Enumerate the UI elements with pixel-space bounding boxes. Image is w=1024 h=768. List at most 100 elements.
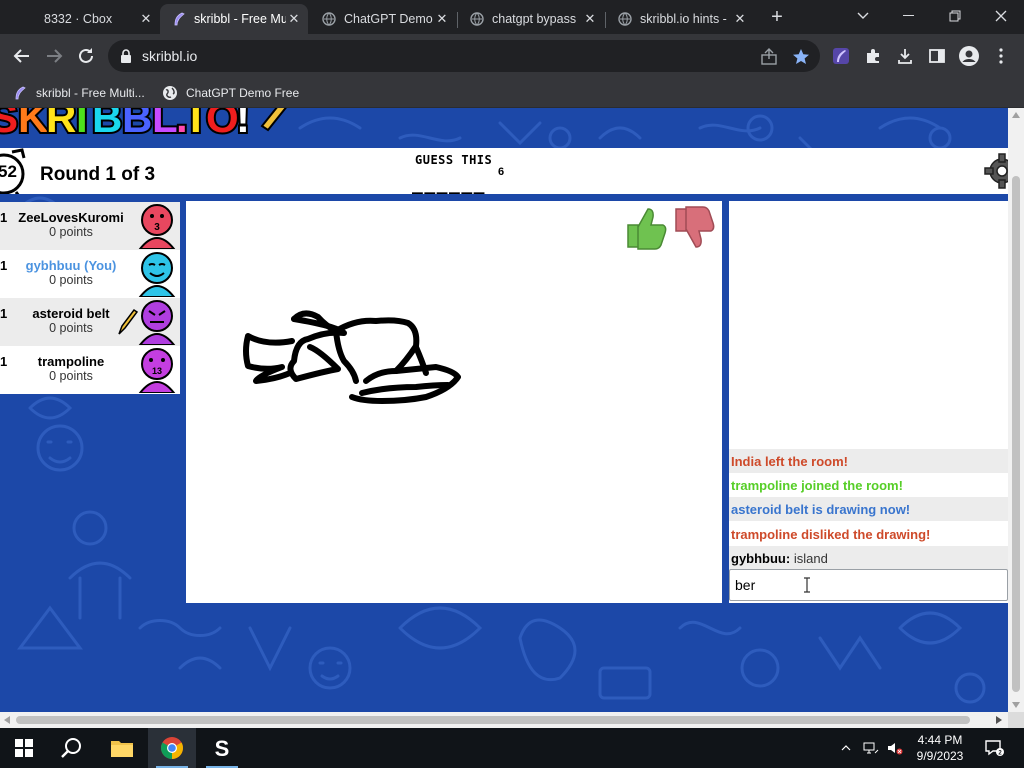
close-window-button[interactable] — [978, 0, 1024, 32]
game-header: 52 Round 1 of 3 GUESS THIS ______ 6 — [0, 148, 1008, 195]
scroll-left-icon[interactable] — [4, 716, 10, 724]
horizontal-scrollbar[interactable] — [0, 712, 1008, 728]
volume-muted-icon — [888, 743, 903, 755]
chat-message-text: island — [790, 551, 828, 566]
clock-time: 4:44 PM — [917, 733, 963, 747]
star-icon[interactable] — [792, 48, 810, 66]
close-icon[interactable]: ✕ — [732, 11, 748, 27]
gear-icon[interactable] — [982, 152, 1008, 190]
bookmark-skribbl[interactable]: skribbl - Free Multi... — [12, 83, 145, 103]
scroll-right-icon[interactable] — [996, 716, 1002, 724]
player-points: 0 points — [49, 273, 93, 287]
tab-skribbl[interactable]: skribbl - Free Mu ✕ — [160, 4, 308, 34]
tab-title: 8332 · Cbox — [44, 12, 113, 26]
skribbl-page: S K R I B B L . I O ! 52 Round 1 of 3 GU… — [0, 108, 1008, 712]
svg-text:K: K — [18, 108, 48, 141]
folder-icon — [111, 741, 133, 757]
round-timer: 52 — [0, 162, 17, 181]
minimize-button[interactable] — [886, 0, 932, 32]
side-panel-icon[interactable] — [926, 45, 948, 67]
tab-skribbl-hints[interactable]: skribbl.io hints - ✕ — [606, 4, 754, 34]
search-button[interactable] — [48, 728, 96, 768]
volume-button[interactable] — [884, 728, 906, 768]
close-icon[interactable]: ✕ — [582, 11, 598, 27]
player-name: trampoline — [37, 354, 105, 369]
scroll-down-icon[interactable] — [1012, 702, 1020, 708]
close-icon[interactable]: ✕ — [286, 11, 302, 27]
scroll-up-icon[interactable] — [1012, 112, 1020, 118]
tab-cbox[interactable]: 8332 · Cbox ✕ — [0, 4, 160, 34]
profile-avatar-icon[interactable] — [958, 45, 980, 67]
bookmark-label: skribbl - Free Multi... — [36, 86, 145, 100]
tray-overflow-button[interactable] — [836, 728, 856, 768]
chrome-icon — [161, 737, 183, 759]
back-button[interactable] — [10, 44, 34, 68]
tab-title: chatgpt bypass — [492, 12, 577, 26]
restore-button[interactable] — [932, 0, 978, 32]
globe-icon — [618, 12, 632, 26]
close-icon[interactable]: ✕ — [434, 11, 450, 27]
tab-chatgpt-bypass[interactable]: chatgpt bypass ✕ — [458, 4, 604, 34]
bookmark-chatgpt[interactable]: ChatGPT Demo Free — [162, 83, 299, 103]
quill-icon — [12, 85, 28, 101]
scrollbar-thumb[interactable] — [1012, 176, 1020, 692]
address-bar[interactable]: skribbl.io — [108, 40, 820, 72]
scrollbar-corner — [1008, 712, 1024, 728]
reload-icon — [79, 48, 93, 63]
chat-system-message: asteroid belt is drawing now! — [729, 497, 1008, 521]
word-hint-blanks: ______ — [412, 174, 487, 195]
player-rank: 1 — [0, 306, 8, 321]
chat-message-text: India left the room! — [731, 454, 848, 469]
tab-title: ChatGPT Demo — [344, 12, 433, 26]
kebab-menu-icon[interactable] — [990, 45, 1012, 67]
svg-text:I: I — [190, 108, 202, 141]
reload-button[interactable] — [74, 44, 98, 68]
guess-input[interactable] — [729, 569, 1008, 601]
chat-system-message: India left the room! — [729, 449, 1008, 473]
tab-chatgpt-demo[interactable]: ChatGPT Demo ✕ — [310, 4, 456, 34]
svg-text:O: O — [206, 108, 239, 141]
globe-icon — [322, 12, 336, 26]
player-rank: 1 — [0, 210, 8, 225]
app-s-taskbar-button[interactable]: S — [198, 728, 246, 768]
bookmarks-bar: skribbl - Free Multi... ChatGPT Demo Fre… — [0, 78, 1024, 108]
tab-search-button[interactable] — [840, 0, 886, 32]
start-button[interactable] — [0, 728, 48, 768]
new-tab-button[interactable]: + — [766, 6, 788, 28]
restore-icon — [949, 10, 961, 22]
extension-quill-icon[interactable] — [830, 45, 852, 67]
vertical-scrollbar[interactable] — [1008, 108, 1024, 712]
drawing-strokes — [243, 310, 461, 404]
guess-this-label: GUESS THIS — [415, 153, 493, 167]
network-button[interactable] — [860, 728, 882, 768]
chat-system-message: trampoline disliked the drawing! — [729, 522, 1008, 546]
chat-sender: gybhbuu: — [731, 551, 791, 566]
drawing-canvas[interactable] — [186, 201, 722, 603]
share-icon[interactable] — [760, 48, 778, 66]
taskbar-clock[interactable]: 4:44 PM 9/9/2023 — [908, 732, 972, 764]
svg-text:B: B — [122, 108, 152, 141]
arrow-right-icon — [47, 49, 63, 63]
player-row[interactable]: 1 trampoline 0 points 13 — [0, 346, 180, 394]
svg-text:S: S — [0, 108, 18, 141]
extensions-puzzle-icon[interactable] — [862, 45, 884, 67]
player-avatar: 13 — [138, 348, 176, 393]
arrow-left-icon — [13, 49, 29, 63]
chrome-taskbar-button[interactable] — [148, 728, 196, 768]
chevron-down-icon — [857, 12, 869, 19]
scrollbar-thumb[interactable] — [16, 716, 970, 724]
tab-title: skribbl.io hints - — [640, 12, 727, 26]
download-icon[interactable] — [894, 45, 916, 67]
close-icon[interactable]: ✕ — [138, 11, 154, 27]
player-row[interactable]: 1 ZeeLovesKuromi 0 points 3 — [0, 202, 180, 250]
forward-button[interactable] — [42, 44, 66, 68]
s-app-icon: S — [215, 736, 230, 760]
player-list: 1 ZeeLovesKuromi 0 points 3 1 gybhbuu (Y… — [0, 202, 180, 394]
file-explorer-button[interactable] — [98, 728, 146, 768]
player-row[interactable]: 1 gybhbuu (You) 0 points — [0, 250, 180, 298]
notifications-button[interactable]: 2 — [980, 728, 1008, 768]
player-row-drawing[interactable]: 1 asteroid belt 0 points — [0, 298, 180, 346]
round-indicator: Round 1 of 3 — [40, 164, 156, 185]
svg-text:L: L — [152, 108, 178, 141]
chevron-up-icon — [841, 745, 851, 751]
